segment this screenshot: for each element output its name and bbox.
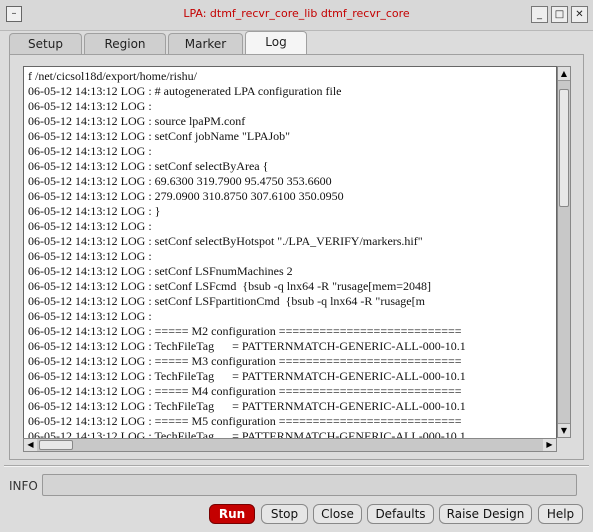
log-line: 06-05-12 14:13:12 LOG : TechFileTag = PA… [28,369,466,383]
log-line: 06-05-12 14:13:12 LOG : TechFileTag = PA… [28,339,466,353]
close-button[interactable]: Close [313,504,362,524]
log-line: 06-05-12 14:13:12 LOG : 69.6300 319.7900… [28,174,332,188]
tab-log[interactable]: Log [245,31,307,55]
info-label: INFO [9,479,38,493]
run-button[interactable]: Run [209,504,255,524]
tab-bar: Setup Region Marker Log [9,31,584,55]
log-line: 06-05-12 14:13:12 LOG : setConf LSFcmd {… [28,279,432,293]
log-line: f /net/cicsol18d/export/home/rishu/ [28,69,197,83]
log-line: 06-05-12 14:13:12 LOG : } [28,204,161,218]
tab-marker[interactable]: Marker [168,33,243,54]
title-bar[interactable]: – LPA: dtmf_recvr_core_lib dtmf_recvr_co… [0,0,593,31]
raise-design-button[interactable]: Raise Design [439,504,532,524]
log-panel: f /net/cicsol18d/export/home/rishu/06-05… [9,54,584,460]
help-button[interactable]: Help [538,504,583,524]
log-line: 06-05-12 14:13:12 LOG : 279.0900 310.875… [28,189,344,203]
log-line: 06-05-12 14:13:12 LOG : # autogenerated … [28,84,342,98]
log-lines: f /net/cicsol18d/export/home/rishu/06-05… [28,69,466,439]
close-icon[interactable]: ✕ [571,6,588,23]
log-line: 06-05-12 14:13:12 LOG : [28,219,152,233]
log-line: 06-05-12 14:13:12 LOG : setConf jobName … [28,129,291,143]
vertical-scrollbar[interactable]: ▲ ▼ [557,66,571,438]
log-line: 06-05-12 14:13:12 LOG : source lpaPM.con… [28,114,246,128]
horizontal-scrollbar[interactable]: ◀ ▶ [23,438,557,452]
scroll-up-icon[interactable]: ▲ [558,67,570,81]
maximize-icon[interactable]: □ [551,6,568,23]
scroll-left-icon[interactable]: ◀ [24,439,37,451]
log-line: 06-05-12 14:13:12 LOG : TechFileTag = PA… [28,399,466,413]
log-line: 06-05-12 14:13:12 LOG : [28,249,152,263]
tab-region[interactable]: Region [84,33,166,54]
minimize-icon[interactable]: _ [531,6,548,23]
log-line: 06-05-12 14:13:12 LOG : ===== M4 configu… [28,384,462,398]
info-field[interactable] [42,474,577,496]
log-line: 06-05-12 14:13:12 LOG : setConf selectBy… [28,159,269,173]
scroll-down-icon[interactable]: ▼ [558,423,570,437]
defaults-button[interactable]: Defaults [367,504,434,524]
log-line: 06-05-12 14:13:12 LOG : ===== M2 configu… [28,324,462,338]
log-line: 06-05-12 14:13:12 LOG : setConf LSFparti… [28,294,425,308]
log-line: 06-05-12 14:13:12 LOG : [28,99,152,113]
log-line: 06-05-12 14:13:12 LOG : [28,144,152,158]
log-line: 06-05-12 14:13:12 LOG : setConf selectBy… [28,234,423,248]
stop-button[interactable]: Stop [261,504,308,524]
scroll-right-icon[interactable]: ▶ [543,439,556,451]
log-line: 06-05-12 14:13:12 LOG : [28,309,152,323]
log-text-area[interactable]: f /net/cicsol18d/export/home/rishu/06-05… [23,66,557,440]
horizontal-scroll-thumb[interactable] [39,440,73,450]
vertical-scroll-thumb[interactable] [559,89,569,207]
log-line: 06-05-12 14:13:12 LOG : ===== M3 configu… [28,354,462,368]
divider [4,465,589,467]
tab-setup[interactable]: Setup [9,33,82,54]
log-line: 06-05-12 14:13:12 LOG : ===== M5 configu… [28,414,462,428]
log-line: 06-05-12 14:13:12 LOG : setConf LSFnumMa… [28,264,293,278]
window-title: LPA: dtmf_recvr_core_lib dtmf_recvr_core [183,7,410,20]
